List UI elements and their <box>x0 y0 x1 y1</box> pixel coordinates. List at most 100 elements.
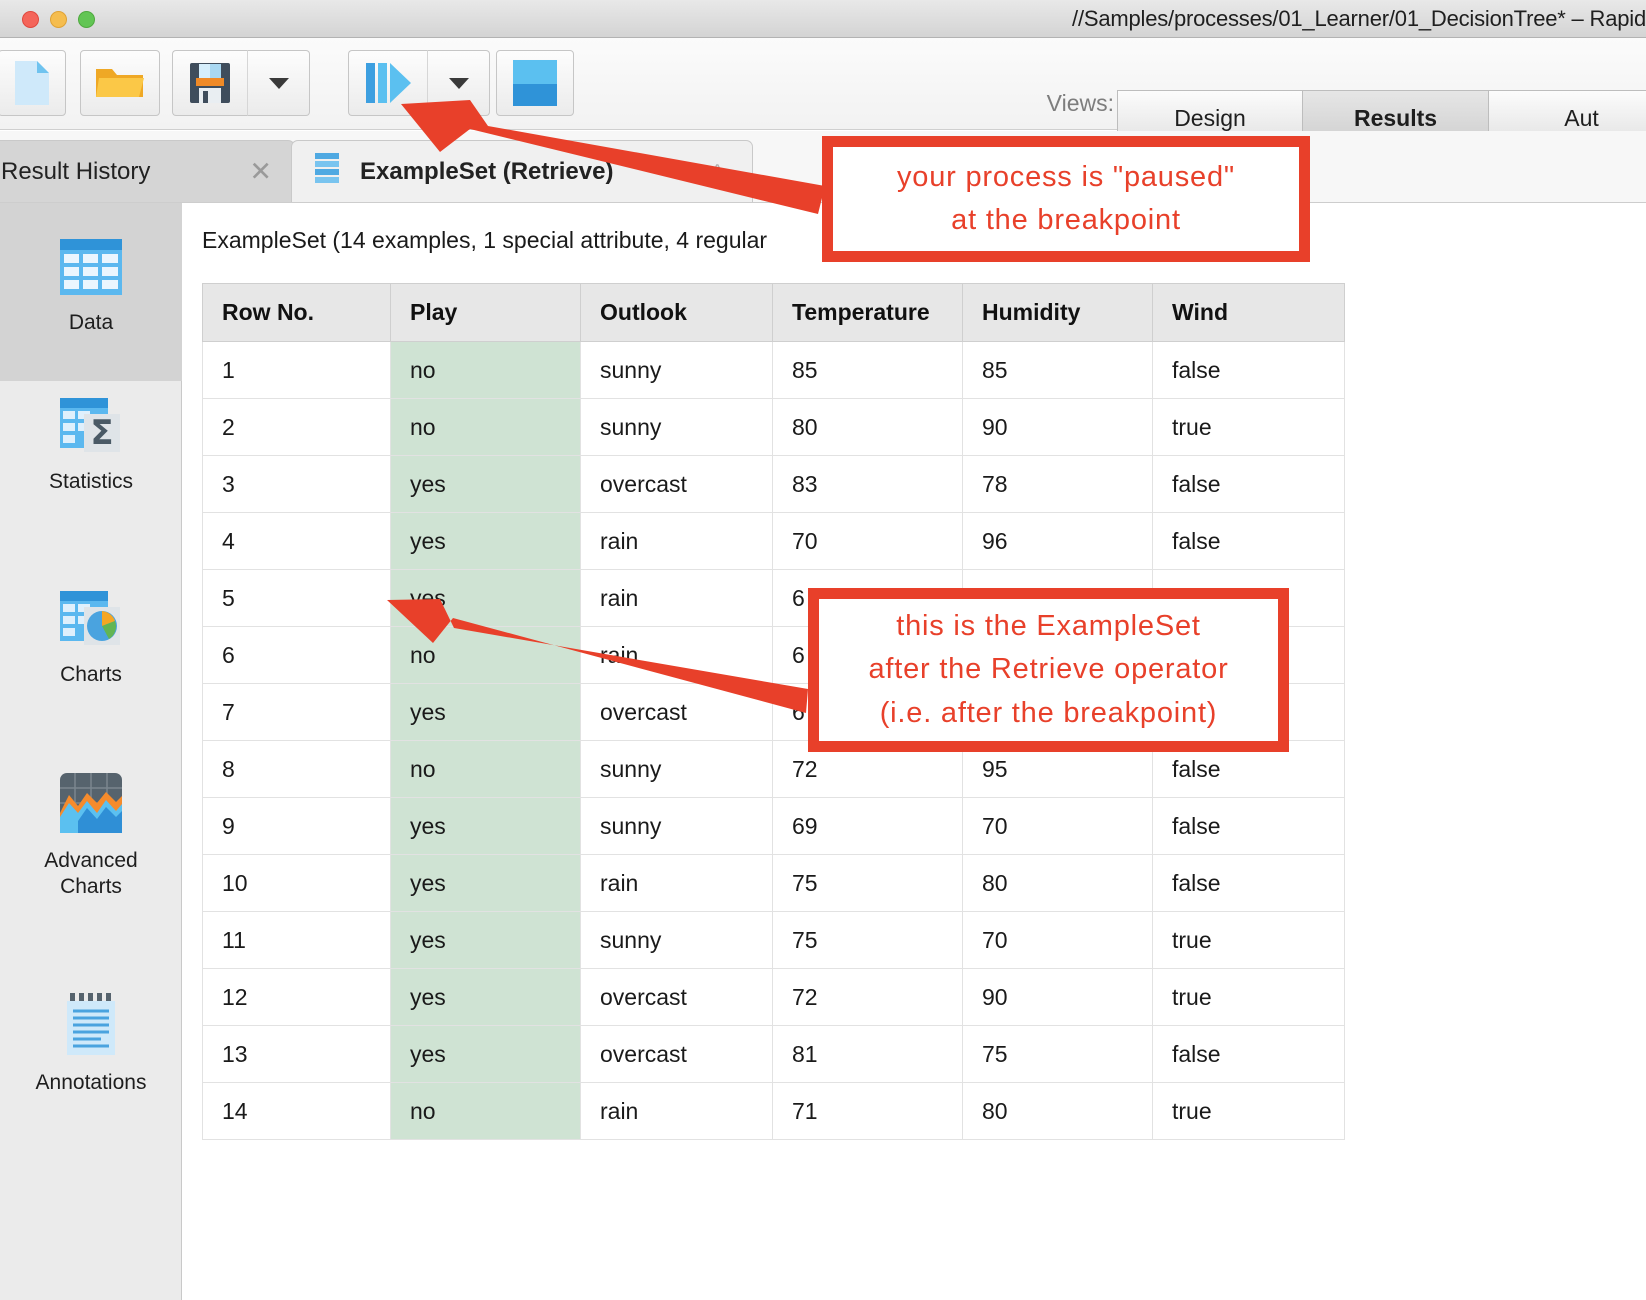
table-cell: yes <box>390 683 581 741</box>
open-process-button[interactable] <box>80 50 160 116</box>
notepad-icon <box>62 993 120 1060</box>
sigma-table-icon: Σ <box>60 398 122 459</box>
close-icon[interactable]: ✕ <box>249 158 272 185</box>
table-row[interactable]: 13 yes overcast 81 75 false <box>202 1025 1345 1083</box>
sidebar-item-annotations[interactable]: Annotations <box>0 993 182 1123</box>
table-header-cell[interactable]: Wind <box>1152 283 1345 342</box>
table-cell: 75 <box>962 1025 1153 1083</box>
table-row[interactable]: 14 no rain 71 80 true <box>202 1082 1345 1140</box>
chevron-up-icon[interactable]: ^ <box>713 162 722 182</box>
stop-process-button[interactable] <box>496 50 574 116</box>
table-row[interactable]: 10 yes rain 75 80 false <box>202 854 1345 912</box>
table-header-cell[interactable]: Temperature <box>772 283 963 342</box>
new-process-button[interactable] <box>0 50 66 116</box>
table-cell: rain <box>580 569 773 627</box>
table-cell: false <box>1152 1025 1345 1083</box>
table-cell: 4 <box>202 512 391 570</box>
exampleset-callout-line-2: after the Retrieve operator <box>868 653 1229 686</box>
table-cell: yes <box>390 911 581 969</box>
table-cell: 69 <box>772 797 963 855</box>
table-cell: sunny <box>580 398 773 456</box>
exampleset-callout: this is the ExampleSet after the Retriev… <box>808 588 1289 752</box>
table-row[interactable]: 9 yes sunny 69 70 false <box>202 797 1345 855</box>
table-cell: rain <box>580 1082 773 1140</box>
table-cell: yes <box>390 569 581 627</box>
sidebar-item-data[interactable]: Data <box>0 203 182 381</box>
svg-text:Σ: Σ <box>90 413 113 453</box>
table-cell: 10 <box>202 854 391 912</box>
result-history-tab[interactable]: Result History ✕ <box>0 140 295 202</box>
table-cell: overcast <box>580 683 773 741</box>
table-cell: 2 <box>202 398 391 456</box>
main-toolbar: Views: Design Results Aut <box>0 38 1646 146</box>
table-cell: yes <box>390 854 581 912</box>
table-cell: 75 <box>772 911 963 969</box>
window-titlebar: //Samples/processes/01_Learner/01_Decisi… <box>0 0 1646 38</box>
table-cell: 85 <box>962 341 1153 399</box>
exampleset-tab[interactable]: ExampleSet (Retrieve) ^ <box>291 140 753 202</box>
table-cell: overcast <box>580 1025 773 1083</box>
table-cell: no <box>390 626 581 684</box>
exampleset-tab-label: ExampleSet (Retrieve) <box>360 157 614 185</box>
sidebar-item-advanced-charts-label: Advanced Charts <box>44 849 138 898</box>
table-cell: 70 <box>962 797 1153 855</box>
table-header-cell[interactable]: Humidity <box>962 283 1153 342</box>
table-row[interactable]: 3 yes overcast 83 78 false <box>202 455 1345 513</box>
table-cell: no <box>390 341 581 399</box>
table-cell: false <box>1152 854 1345 912</box>
table-cell: overcast <box>580 455 773 513</box>
table-cell: 72 <box>772 968 963 1026</box>
table-cell: false <box>1152 455 1345 513</box>
breakpoint-callout-line-1: your process is "paused" <box>896 160 1235 193</box>
table-row[interactable]: 4 yes rain 70 96 false <box>202 512 1345 570</box>
table-cell: rain <box>580 512 773 570</box>
breakpoint-callout: your process is "paused" at the breakpoi… <box>822 136 1310 262</box>
table-cell: 8 <box>202 740 391 798</box>
sidebar-item-statistics[interactable]: Σ Statistics <box>0 398 182 528</box>
sidebar-item-advanced-charts[interactable]: Advanced Charts <box>0 773 182 938</box>
table-cell: 83 <box>772 455 963 513</box>
table-cell: false <box>1152 512 1345 570</box>
run-process-button[interactable] <box>348 50 428 116</box>
table-cell: 85 <box>772 341 963 399</box>
table-cell: 70 <box>962 911 1153 969</box>
table-header-cell[interactable]: Outlook <box>580 283 773 342</box>
table-header-cell[interactable]: Play <box>390 283 581 342</box>
table-cell: sunny <box>580 341 773 399</box>
table-cell: true <box>1152 1082 1345 1140</box>
table-cell: 13 <box>202 1025 391 1083</box>
table-cell: sunny <box>580 911 773 969</box>
pie-chart-table-icon <box>60 591 122 652</box>
sidebar-item-charts[interactable]: Charts <box>0 591 182 721</box>
result-history-tab-label: Result History <box>1 157 151 185</box>
table-cell: no <box>390 740 581 798</box>
views-label: Views: <box>1046 90 1114 116</box>
table-row[interactable]: 11 yes sunny 75 70 true <box>202 911 1345 969</box>
table-cell: 81 <box>772 1025 963 1083</box>
table-cell: true <box>1152 911 1345 969</box>
table-row[interactable]: 1 no sunny 85 85 false <box>202 341 1345 399</box>
sidebar-item-charts-label: Charts <box>60 663 122 686</box>
table-cell: no <box>390 398 581 456</box>
table-cell: 90 <box>962 398 1153 456</box>
table-cell: 96 <box>962 512 1153 570</box>
table-cell: 78 <box>962 455 1153 513</box>
table-cell: yes <box>390 797 581 855</box>
sidebar-item-data-label: Data <box>68 311 114 334</box>
table-row[interactable]: 2 no sunny 80 90 true <box>202 398 1345 456</box>
run-dropdown-button[interactable] <box>428 50 490 116</box>
table-cell: 1 <box>202 341 391 399</box>
table-cell: yes <box>390 512 581 570</box>
save-dropdown-button[interactable] <box>248 50 310 116</box>
table-cell: no <box>390 1082 581 1140</box>
table-cell: yes <box>390 455 581 513</box>
table-header-cell[interactable]: Row No. <box>202 283 391 342</box>
table-cell: false <box>1152 797 1345 855</box>
window-title: //Samples/processes/01_Learner/01_Decisi… <box>1072 6 1646 31</box>
table-grid-icon <box>60 239 122 300</box>
table-cell: 14 <box>202 1082 391 1140</box>
table-cell: 70 <box>772 512 963 570</box>
table-cell: 80 <box>962 1082 1153 1140</box>
save-process-button[interactable] <box>172 50 248 116</box>
table-row[interactable]: 12 yes overcast 72 90 true <box>202 968 1345 1026</box>
